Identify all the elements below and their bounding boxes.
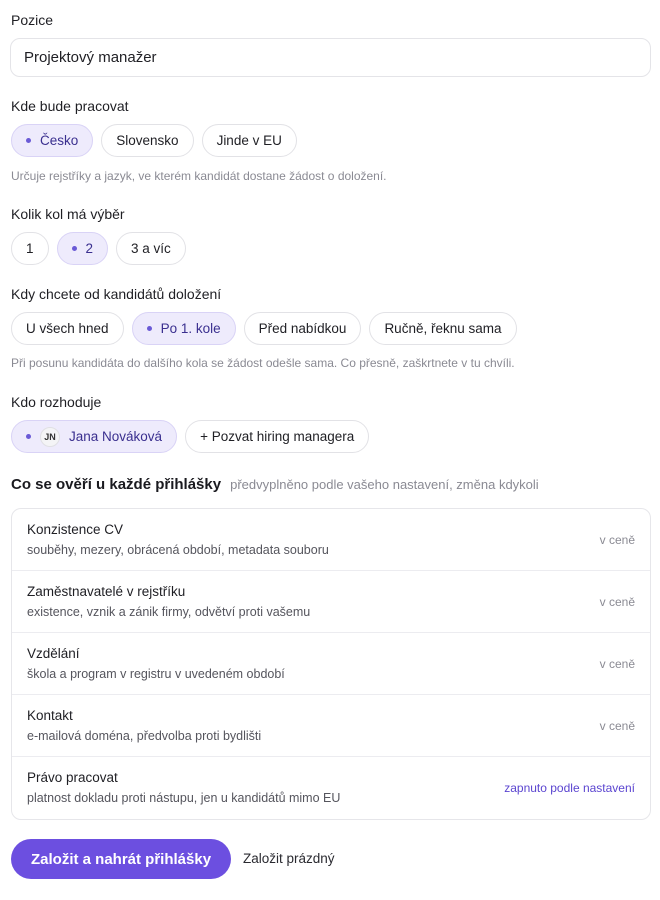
chip-label: Ručně, řeknu sama xyxy=(384,321,502,336)
chip-label: Jinde v EU xyxy=(216,133,282,148)
timing-options: U všech hned Po 1. kole Před nabídkou Ru… xyxy=(11,312,517,345)
rounds-label: Kolik kol má výběr xyxy=(11,206,125,222)
check-status: v ceně xyxy=(599,719,635,733)
check-desc: existence, vznik a zánik firmy, odvětví … xyxy=(27,605,311,619)
create-and-upload-button[interactable]: Založit a nahrát přihlášky xyxy=(11,839,232,879)
location-label: Kde bude pracovat xyxy=(11,98,129,114)
check-row-education: Vzdělání škola a program v registru v uv… xyxy=(12,633,650,695)
chip-label: 2 xyxy=(85,241,94,256)
location-option-eu[interactable]: Jinde v EU xyxy=(201,124,297,157)
decider-options: JN Jana Nováková + Pozvat hiring manager… xyxy=(11,420,370,453)
check-title: Zaměstnavatelé v rejstříku xyxy=(27,584,186,599)
selected-dot-icon xyxy=(71,246,77,251)
decider-name: Jana Nováková xyxy=(69,429,163,444)
checks-list: Konzistence CV souběhy, mezery, obrácená… xyxy=(11,508,651,820)
checks-header: Co se ověří u každé přihlášky předvyplně… xyxy=(11,476,539,493)
timing-option-manual[interactable]: Ručně, řeknu sama xyxy=(369,312,517,345)
chip-label: Slovensko xyxy=(116,133,179,148)
invite-hiring-manager-button[interactable]: + Pozvat hiring managera xyxy=(185,420,370,453)
avatar: JN xyxy=(40,426,60,447)
location-options: Česko Slovensko Jinde v EU xyxy=(11,124,297,157)
check-row-work-permit: Právo pracovat platnost dokladu proti ná… xyxy=(12,757,650,819)
position-input[interactable] xyxy=(10,38,651,77)
check-row-contact: Kontakt e-mailová doména, předvolba prot… xyxy=(12,695,650,757)
check-title: Vzdělání xyxy=(27,646,80,661)
check-desc: souběhy, mezery, obrácená období, metada… xyxy=(27,543,329,557)
check-status: v ceně xyxy=(599,595,635,609)
rounds-option-2[interactable]: 2 xyxy=(56,232,109,265)
rounds-option-1[interactable]: 1 xyxy=(11,232,49,265)
chip-label: U všech hned xyxy=(26,321,109,336)
chip-label: 1 xyxy=(26,241,34,256)
checks-subtitle: předvyplněno podle vašeho nastavení, změ… xyxy=(230,477,539,492)
check-row-cv: Konzistence CV souběhy, mezery, obrácená… xyxy=(12,509,650,571)
rounds-option-3plus[interactable]: 3 a víc xyxy=(116,232,186,265)
timing-option-after-round-1[interactable]: Po 1. kole xyxy=(131,312,236,345)
check-title: Kontakt xyxy=(27,708,73,723)
selected-dot-icon xyxy=(26,434,31,439)
timing-hint: Při posunu kandidáta do dalšího kola se … xyxy=(11,356,515,370)
decider-chip-jana[interactable]: JN Jana Nováková xyxy=(11,420,178,453)
check-title: Právo pracovat xyxy=(27,770,118,785)
chip-label: Česko xyxy=(40,133,79,148)
timing-option-before-offer[interactable]: Před nabídkou xyxy=(243,312,362,345)
chip-label: 3 a víc xyxy=(131,241,171,256)
chip-label: Po 1. kole xyxy=(160,321,221,336)
timing-label: Kdy chcete od kandidátů doložení xyxy=(11,286,222,302)
decider-label: Kdo rozhoduje xyxy=(11,394,102,410)
check-desc: škola a program v registru v uvedeném ob… xyxy=(27,667,285,681)
check-status: v ceně xyxy=(599,657,635,671)
check-title: Konzistence CV xyxy=(27,522,124,537)
check-status: v ceně xyxy=(599,533,635,547)
location-hint: Určuje rejstříky a jazyk, ve kterém kand… xyxy=(11,169,387,183)
chip-label: + Pozvat hiring managera xyxy=(200,429,355,444)
position-label: Pozice xyxy=(11,12,54,28)
chip-label: Před nabídkou xyxy=(258,321,347,336)
check-status-link[interactable]: zapnuto podle nastavení xyxy=(504,781,635,795)
rounds-options: 1 2 3 a víc xyxy=(11,232,186,265)
selected-dot-icon xyxy=(146,326,152,331)
check-desc: e-mailová doména, předvolba proti bydliš… xyxy=(27,729,262,743)
create-empty-button[interactable]: Založit prázdný xyxy=(243,851,335,866)
check-desc: platnost dokladu proti nástupu, jen u ka… xyxy=(27,791,341,805)
timing-option-all[interactable]: U všech hned xyxy=(11,312,124,345)
check-row-employers: Zaměstnavatelé v rejstříku existence, vz… xyxy=(12,571,650,633)
location-option-cesko[interactable]: Česko xyxy=(11,124,94,157)
checks-title: Co se ověří u každé přihlášky xyxy=(11,476,222,493)
selected-dot-icon xyxy=(26,138,31,143)
location-option-slovensko[interactable]: Slovensko xyxy=(101,124,194,157)
